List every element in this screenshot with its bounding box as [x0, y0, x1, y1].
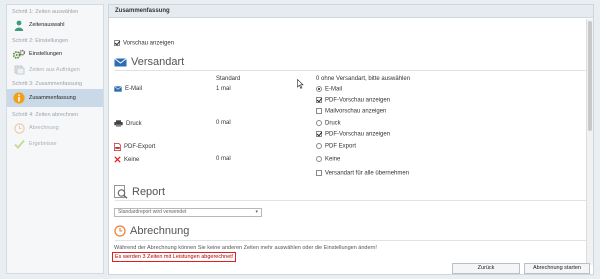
report-header: Report: [114, 185, 165, 199]
abrechnung-highlight: Es werden 3 Zeiten mit Leistungen abgere…: [112, 252, 237, 262]
divider: [115, 70, 587, 71]
sidebar-item-label: Abrechnung: [29, 125, 59, 131]
sidebar-item-label: Einstellungen: [29, 51, 63, 57]
sidebar-item-label: Zeitenauswahl: [29, 22, 65, 28]
option-email[interactable]: E-Mail: [316, 86, 342, 93]
sidebar-item-zeiten-aus-auftraegen: Zeiten aus Aufträgen: [7, 62, 103, 78]
orders-icon: [13, 64, 25, 76]
versand-row-email: E-Mail: [114, 86, 142, 92]
abrechnung-title: Abrechnung: [130, 225, 190, 237]
sidebar-item-zusammenfassung[interactable]: Zusammenfassung: [7, 89, 103, 107]
versand-row-pdf-export: PDF-Export: [114, 143, 155, 151]
start-billing-button[interactable]: Abrechnung starten: [524, 263, 590, 274]
preview-checkbox-row[interactable]: Vorschau anzeigen: [114, 40, 174, 47]
versand-label: Keine: [124, 156, 140, 163]
col-hint-header: 0 ohne Versandart, bitte auswählen: [316, 76, 411, 82]
option-label: PDF-Vorschau anzeigen: [325, 97, 391, 104]
summary-content: Vorschau anzeigen Versandart Standard 0 …: [109, 19, 587, 265]
divider: [115, 240, 587, 241]
versandart-title: Versandart: [131, 56, 185, 68]
option-label: Keine: [325, 156, 341, 163]
divider: [115, 200, 587, 201]
option-pdf-export[interactable]: PDF Export: [316, 143, 356, 150]
versand-label: PDF-Export: [124, 144, 156, 150]
versand-label: Druck: [126, 120, 142, 127]
checkbox-pdf-preview[interactable]: [316, 97, 322, 103]
versand-row-keine: Keine: [114, 156, 139, 163]
abrechnung-info: Während der Abrechnung können Sie keine …: [114, 245, 377, 251]
scrollbar-thumb[interactable]: [588, 21, 592, 131]
info-icon: [13, 92, 25, 104]
option-keine[interactable]: Keine: [316, 156, 340, 163]
cross-icon: [114, 156, 121, 163]
preview-checkbox[interactable]: [114, 40, 120, 46]
versand-row-druck: Druck: [114, 120, 142, 127]
checkbox-apply-all[interactable]: [316, 170, 322, 176]
pdf-icon: [114, 143, 121, 151]
step-1-header: Schritt 1: Zeiten auswählen: [12, 9, 79, 15]
option-pdf-preview-druck[interactable]: PDF-Vorschau anzeigen: [316, 131, 390, 138]
sidebar-item-abrechnung: Abrechnung: [7, 120, 103, 136]
sidebar-item-einstellungen[interactable]: Einstellungen: [7, 46, 103, 62]
option-label: Mailvorschau anzeigen: [325, 108, 387, 115]
checkbox-mail-preview[interactable]: [316, 108, 322, 114]
option-label: Versandart für alle übernehmen: [325, 170, 410, 177]
sidebar-item-ergebnisse: Ergebnisse: [7, 136, 103, 152]
printer-icon: [114, 120, 123, 127]
versand-count: 0 mal: [216, 120, 231, 126]
gears-icon: [13, 48, 25, 60]
summary-panel: Zusammenfassung Vorschau anzeigen Versan…: [108, 4, 594, 275]
clock-icon: [114, 225, 126, 237]
back-button[interactable]: Zurück: [452, 263, 520, 274]
envelope-icon: [114, 57, 127, 67]
panel-title: Zusammenfassung: [109, 5, 593, 18]
option-pdf-preview-email[interactable]: PDF-Vorschau anzeigen: [316, 97, 390, 104]
step-4-header: Schritt 4: Zeiten abrechnen: [12, 112, 79, 118]
envelope-icon: [114, 86, 122, 92]
vertical-scrollbar[interactable]: [586, 19, 593, 265]
radio-druck[interactable]: [316, 120, 322, 126]
option-label: PDF Export: [325, 143, 357, 150]
sidebar-item-label: Zusammenfassung: [29, 95, 76, 101]
option-mail-preview[interactable]: Mailvorschau anzeigen: [316, 108, 386, 115]
abrechnung-header: Abrechnung: [114, 225, 189, 237]
report-title: Report: [132, 186, 166, 198]
versand-label: E-Mail: [125, 86, 143, 92]
versand-count: 1 mal: [216, 86, 231, 92]
report-icon: [114, 185, 128, 199]
step-3-header: Schritt 3: Zusammenfassung: [12, 81, 83, 87]
preview-label: Vorschau anzeigen: [123, 40, 175, 47]
option-label: PDF-Vorschau anzeigen: [325, 131, 391, 138]
wizard-sidebar: Schritt 1: Zeiten auswählen Zeitenauswah…: [6, 4, 104, 274]
clock-icon: [13, 122, 25, 134]
chevron-down-icon: ▾: [255, 209, 258, 215]
versand-count: 0 mal: [216, 156, 231, 162]
radio-email[interactable]: [316, 86, 322, 92]
option-label: E-Mail: [325, 86, 343, 93]
sidebar-item-label: Zeiten aus Aufträgen: [29, 67, 80, 73]
checkbox-pdf-preview[interactable]: [316, 131, 322, 137]
report-select-value: Standardreport wird verwendet: [118, 209, 187, 215]
check-icon: [13, 138, 25, 150]
option-label: Druck: [325, 120, 341, 127]
sidebar-item-label: Ergebnisse: [29, 141, 57, 147]
report-select[interactable]: Standardreport wird verwendet ▾: [114, 208, 262, 217]
option-druck[interactable]: Druck: [316, 120, 341, 127]
radio-keine[interactable]: [316, 156, 322, 162]
step-2-header: Schritt 2: Einstellungen: [12, 38, 69, 44]
person-icon: [13, 19, 25, 31]
versandart-header: Versandart: [114, 56, 184, 68]
sidebar-item-zeitenauswahl[interactable]: Zeitenauswahl: [7, 17, 103, 33]
radio-pdf-export[interactable]: [316, 143, 322, 149]
col-standard-header: Standard: [216, 76, 241, 82]
option-apply-all[interactable]: Versandart für alle übernehmen: [316, 170, 409, 177]
mouse-cursor-icon: [297, 78, 304, 91]
